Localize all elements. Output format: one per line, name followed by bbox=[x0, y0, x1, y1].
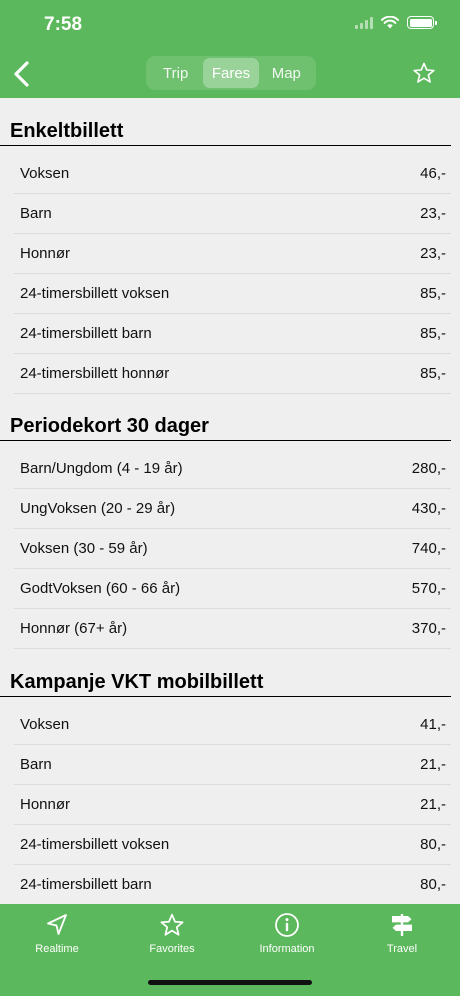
fare-row: Voksen (30 - 59 år) 740,- bbox=[14, 529, 451, 569]
chevron-left-icon bbox=[14, 61, 29, 87]
tab-label: Information bbox=[259, 943, 315, 955]
fare-name: Honnør (67+ år) bbox=[20, 620, 128, 637]
fare-name: 24-timersbillett honnør bbox=[20, 365, 170, 382]
fare-price: 46,- bbox=[420, 165, 446, 182]
tab-realtime[interactable]: Realtime bbox=[2, 912, 112, 955]
fare-row: 24-timersbillett voksen 85,- bbox=[14, 274, 451, 314]
fare-price: 41,- bbox=[420, 716, 446, 733]
tab-travel[interactable]: Travel bbox=[347, 912, 457, 955]
fare-row: Honnør 23,- bbox=[14, 234, 451, 274]
fare-name: 24-timersbillett barn bbox=[20, 876, 152, 893]
fare-price: 21,- bbox=[420, 796, 446, 813]
fare-name: Voksen bbox=[20, 165, 70, 182]
fare-price: 85,- bbox=[420, 325, 446, 342]
section-title: Kampanje VKT mobilbillett bbox=[0, 669, 451, 697]
fare-price: 85,- bbox=[420, 365, 446, 382]
fare-name: Barn bbox=[20, 756, 52, 773]
favorite-button[interactable] bbox=[412, 61, 436, 85]
fare-name: Voksen (30 - 59 år) bbox=[20, 540, 148, 557]
fare-name: Barn/Ungdom (4 - 19 år) bbox=[20, 460, 183, 477]
fare-price: 21,- bbox=[420, 756, 446, 773]
fare-name: Honnør bbox=[20, 245, 71, 262]
fare-name: 24-timersbillett voksen bbox=[20, 836, 170, 853]
info-icon bbox=[275, 913, 299, 937]
navigation-arrow-icon bbox=[47, 914, 67, 935]
fare-row: Barn 21,- bbox=[14, 745, 451, 785]
fare-row: Barn 23,- bbox=[14, 194, 451, 234]
tab-favorites[interactable]: Favorites bbox=[117, 912, 227, 955]
fare-name: 24-timersbillett barn bbox=[20, 325, 152, 342]
tab-map[interactable]: Map bbox=[259, 58, 314, 88]
tab-information[interactable]: Information bbox=[232, 912, 342, 955]
fare-price: 80,- bbox=[420, 836, 446, 853]
top-bar: 7:58 Trip Fares Map bbox=[0, 0, 460, 98]
fare-price: 370,- bbox=[411, 620, 446, 637]
section-title: Periodekort 30 dager bbox=[0, 413, 451, 441]
fare-row: Voksen 46,- bbox=[14, 154, 451, 194]
fare-name: Barn bbox=[20, 205, 52, 222]
back-button[interactable] bbox=[10, 58, 34, 90]
segmented-control: Trip Fares Map bbox=[146, 56, 316, 90]
fare-row: 24-timersbillett honnør 85,- bbox=[14, 354, 451, 394]
fare-name: Voksen bbox=[20, 716, 70, 733]
fare-row: GodtVoksen (60 - 66 år) 570,- bbox=[14, 569, 451, 609]
home-indicator bbox=[148, 980, 312, 985]
section-kampanje: Kampanje VKT mobilbillett Voksen 41,- Bar… bbox=[0, 649, 460, 904]
tab-label: Realtime bbox=[35, 943, 79, 955]
fare-row: Honnør (67+ år) 370,- bbox=[14, 609, 451, 649]
fare-row: 24-timersbillett barn 85,- bbox=[14, 314, 451, 354]
fare-name: UngVoksen (20 - 29 år) bbox=[20, 500, 176, 517]
fare-price: 430,- bbox=[411, 500, 446, 517]
fare-price: 740,- bbox=[411, 540, 446, 557]
section-enkeltbillett: Enkeltbillett Voksen 46,- Barn 23,- Honnør… bbox=[0, 98, 460, 394]
fare-row: Honnør 21,- bbox=[14, 785, 451, 825]
fare-name: Honnør bbox=[20, 796, 71, 813]
fare-row: 24-timersbillett voksen 80,- bbox=[14, 825, 451, 865]
section-title: Enkeltbillett bbox=[0, 118, 451, 146]
tab-trip[interactable]: Trip bbox=[148, 58, 203, 88]
tab-label: Favorites bbox=[149, 943, 195, 955]
section-periodekort: Periodekort 30 dager Barn/Ungdom (4 - 19… bbox=[0, 394, 460, 649]
fare-row: Voksen 41,- bbox=[14, 705, 451, 745]
fare-row: Barn/Ungdom (4 - 19 år) 280,- bbox=[14, 449, 451, 489]
cellular-signal-icon bbox=[355, 16, 373, 29]
fare-price: 280,- bbox=[411, 460, 446, 477]
signpost-icon bbox=[392, 914, 412, 936]
fare-row: 24-timersbillett barn 80,- bbox=[14, 865, 451, 904]
tab-label: Travel bbox=[386, 943, 418, 955]
star-outline-icon bbox=[413, 62, 435, 83]
fare-price: 80,- bbox=[420, 876, 446, 893]
status-time: 7:58 bbox=[44, 14, 83, 35]
fare-row: UngVoksen (20 - 29 år) 430,- bbox=[14, 489, 451, 529]
status-icons bbox=[355, 16, 437, 29]
fare-name: GodtVoksen (60 - 66 år) bbox=[20, 580, 181, 597]
fares-list[interactable]: Enkeltbillett Voksen 46,- Barn 23,- Honnør… bbox=[0, 98, 460, 904]
fare-price: 570,- bbox=[411, 580, 446, 597]
battery-icon bbox=[407, 16, 437, 29]
fare-price: 85,- bbox=[420, 285, 446, 302]
star-icon bbox=[160, 913, 184, 936]
fare-name: 24-timersbillett voksen bbox=[20, 285, 170, 302]
fare-price: 23,- bbox=[420, 245, 446, 262]
fare-price: 23,- bbox=[420, 205, 446, 222]
tab-fares[interactable]: Fares bbox=[203, 58, 259, 88]
wifi-icon bbox=[381, 16, 399, 29]
